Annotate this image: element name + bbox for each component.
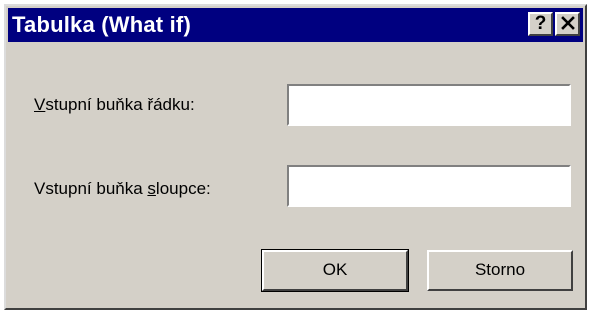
row-label-text: stupní buňka řádku: xyxy=(45,95,195,114)
column-input-cell-label: Vstupní buňka sloupce: xyxy=(34,179,211,199)
row-input-cell-field[interactable] xyxy=(287,84,571,126)
ok-button[interactable]: OK xyxy=(261,249,409,292)
what-if-table-dialog: Tabulka (What if) ? Vstupní buňka řádku:… xyxy=(4,4,587,310)
help-button[interactable]: ? xyxy=(528,12,553,36)
col-label-accelerator: s xyxy=(147,179,156,198)
cancel-button[interactable]: Storno xyxy=(427,250,573,291)
close-button[interactable] xyxy=(555,12,580,36)
column-input-cell-field[interactable] xyxy=(287,165,571,207)
dialog-title: Tabulka (What if) xyxy=(12,12,191,37)
close-icon xyxy=(560,16,575,30)
row-input-cell-label: Vstupní buňka řádku: xyxy=(34,95,195,115)
title-bar[interactable]: Tabulka (What if) ? xyxy=(8,8,583,42)
col-label-text-end: loupce: xyxy=(155,179,211,198)
row-label-accelerator: V xyxy=(34,95,46,114)
help-icon: ? xyxy=(534,13,547,34)
col-label-text-start: Vstupní buňka xyxy=(34,179,148,198)
